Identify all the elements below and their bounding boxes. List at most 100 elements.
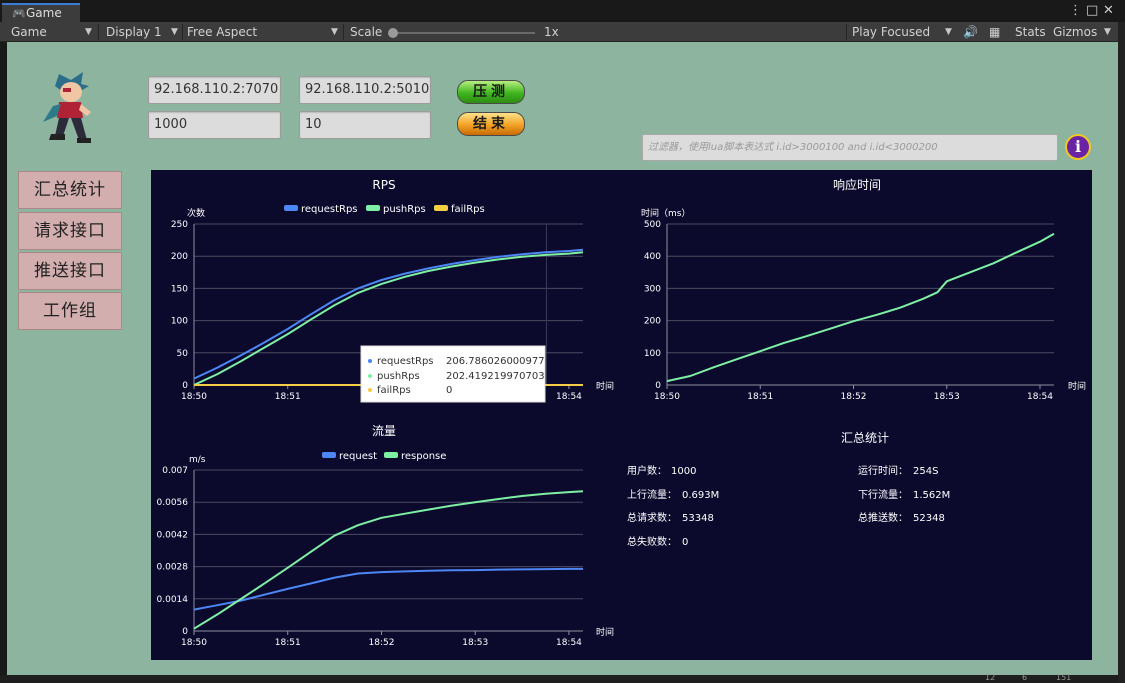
aspect-dropdown[interactable]: Free Aspect: [187, 22, 337, 42]
tab-game-label: Game: [26, 6, 62, 20]
x-tick-label: 18:51: [747, 392, 773, 402]
summary-pushes-label: 总推送数：: [858, 511, 908, 524]
start-test-button[interactable]: 压测: [457, 80, 525, 104]
rps-y-label: 次数: [187, 207, 205, 219]
nav-summary[interactable]: 汇总统计: [18, 171, 122, 209]
close-icon[interactable]: ✕: [1103, 3, 1114, 19]
game-view-label: Game: [11, 25, 47, 39]
x-tick-label: 18:50: [181, 392, 207, 402]
traffic-x-label: 时间: [596, 626, 614, 638]
user-count-field[interactable]: 1000: [148, 111, 281, 139]
rps-chart: RPS requestRps pushRps failRps 次数 时间 0 50…: [171, 178, 614, 403]
game-toolbar: Game ▼ Display 1 ▼ Free Aspect ▼ Scale 1…: [0, 22, 1118, 42]
tab-game[interactable]: 🎮Game: [2, 3, 80, 22]
address-field-2[interactable]: 92.168.110.2:5010: [299, 76, 431, 104]
audio-icon[interactable]: 🔊: [963, 22, 978, 42]
tooltip-request-value: 206.786026000977: [446, 356, 545, 367]
error-count: 151: [1056, 673, 1072, 682]
x-tick-label: 18:50: [654, 392, 680, 402]
stats-button[interactable]: Stats: [1015, 22, 1046, 42]
chevron-down-icon: ▼: [331, 27, 338, 37]
summary-upload-label: 上行流量：: [627, 488, 677, 501]
tooltip-push-value: 202.419219970703: [446, 371, 545, 382]
editor-window: 🎮Game ⋮ □ ✕ Game ▼ Display 1 ▼ Free Aspe…: [0, 0, 1125, 683]
status-bar: 12 6 151: [0, 673, 1118, 683]
scale-label: Scale: [350, 25, 383, 39]
summary-runtime-value: 254S: [913, 466, 938, 477]
dashboard-charts: RPS requestRps pushRps failRps 次数 时间 0 50…: [157, 177, 1087, 648]
y-tick-label: 0: [182, 381, 188, 391]
aspect-label: Free Aspect: [187, 25, 258, 39]
summary-failures-label: 总失败数：: [627, 535, 677, 548]
display-label: Display 1: [106, 25, 162, 39]
chevron-down-icon: ▼: [85, 27, 92, 37]
response-chart-title: 响应时间: [833, 177, 881, 192]
x-tick-label: 18:52: [369, 638, 395, 648]
response-x-label: 时间: [1068, 380, 1086, 392]
gizmos-button[interactable]: Gizmos: [1053, 22, 1097, 42]
summary-download-label: 下行流量：: [858, 488, 908, 501]
scale-value: 1x: [544, 25, 559, 39]
play-focused-dropdown[interactable]: Play Focused: [852, 22, 944, 42]
summary-users-value: 1000: [671, 466, 696, 477]
dashboard-panel: RPS requestRps pushRps failRps 次数 时间 0 50…: [151, 170, 1092, 660]
warning-count: 6: [1022, 673, 1028, 682]
traffic-y-label: m/s: [189, 455, 206, 465]
y-tick-label: 150: [171, 284, 188, 294]
rps-legend-fail: failRps: [451, 204, 485, 215]
filter-input[interactable]: 过滤器，使用lua脚本表达式 i.id>3000100 and i.id<300…: [642, 134, 1058, 161]
y-tick-label: 0.007: [162, 466, 188, 476]
nav-push-api[interactable]: 推送接口: [18, 252, 122, 290]
legend-swatch-fail: [434, 205, 448, 211]
x-tick-label: 18:51: [275, 392, 301, 402]
tab-bar: 🎮Game ⋮ □ ✕: [0, 0, 1125, 22]
stop-test-button[interactable]: 结束: [457, 112, 525, 136]
nav-request-api[interactable]: 请求接口: [18, 212, 122, 250]
traffic-chart: 流量 request response m/s 时间 0 0.0014 0.0028…: [157, 424, 615, 648]
x-tick-label: 18:54: [556, 638, 582, 648]
tooltip-fail-value: 0: [446, 385, 452, 396]
scale-slider[interactable]: [392, 32, 535, 34]
summary-runtime-label: 运行时间：: [858, 464, 908, 477]
y-tick-label: 50: [177, 349, 189, 359]
chevron-down-icon: ▼: [945, 27, 952, 37]
y-tick-label: 0.0028: [157, 563, 189, 573]
traffic-legend-request: request: [339, 451, 377, 462]
scale-slider-handle[interactable]: [388, 28, 398, 38]
traffic-legend-response: response: [401, 451, 446, 462]
traffic-legend: request response: [322, 451, 446, 462]
tooltip-request-name: requestRps: [377, 356, 434, 367]
y-tick-label: 0.0042: [157, 530, 189, 540]
info-icon[interactable]: i: [1065, 134, 1091, 160]
tooltip-push-name: pushRps: [377, 371, 420, 382]
rate-field[interactable]: 10: [299, 111, 431, 139]
tooltip-dot-fail: [368, 388, 372, 392]
legend-swatch-request: [322, 452, 336, 458]
keyboard-icon[interactable]: ▦: [989, 22, 1000, 42]
rps-x-label: 时间: [596, 380, 614, 392]
tooltip-dot-push: [368, 374, 372, 378]
x-tick-label: 18:51: [275, 638, 301, 648]
game-view-dropdown[interactable]: Game: [11, 22, 95, 42]
y-tick-label: 500: [644, 220, 661, 230]
legend-swatch-request: [284, 205, 298, 211]
nav-work-group[interactable]: 工作组: [18, 292, 122, 330]
traffic-chart-title: 流量: [372, 424, 396, 438]
maximize-icon[interactable]: □: [1086, 3, 1098, 19]
more-options-icon[interactable]: ⋮: [1069, 3, 1082, 19]
x-tick-label: 18:54: [556, 392, 582, 402]
summary-pushes-value: 52348: [913, 513, 945, 524]
y-tick-label: 0: [182, 627, 188, 637]
y-tick-label: 100: [644, 349, 661, 359]
character-avatar: [43, 72, 91, 143]
divider: [182, 24, 183, 40]
y-tick-label: 250: [171, 220, 188, 230]
gamepad-icon: 🎮: [12, 7, 26, 20]
summary-failures-value: 0: [682, 537, 688, 548]
response-plot: 0 100 200 300 400 500 18:50 18:51 18:52 18:53 18:5…: [644, 220, 1055, 402]
display-dropdown[interactable]: Display 1: [106, 22, 178, 42]
response-time-chart: 响应时间 时间（ms） 时间 0 100 200 300 400 500 18:50 18:5…: [641, 177, 1086, 402]
y-tick-label: 0: [655, 381, 661, 391]
legend-swatch-push: [366, 205, 380, 211]
address-field-1[interactable]: 92.168.110.2:7070: [148, 76, 281, 104]
